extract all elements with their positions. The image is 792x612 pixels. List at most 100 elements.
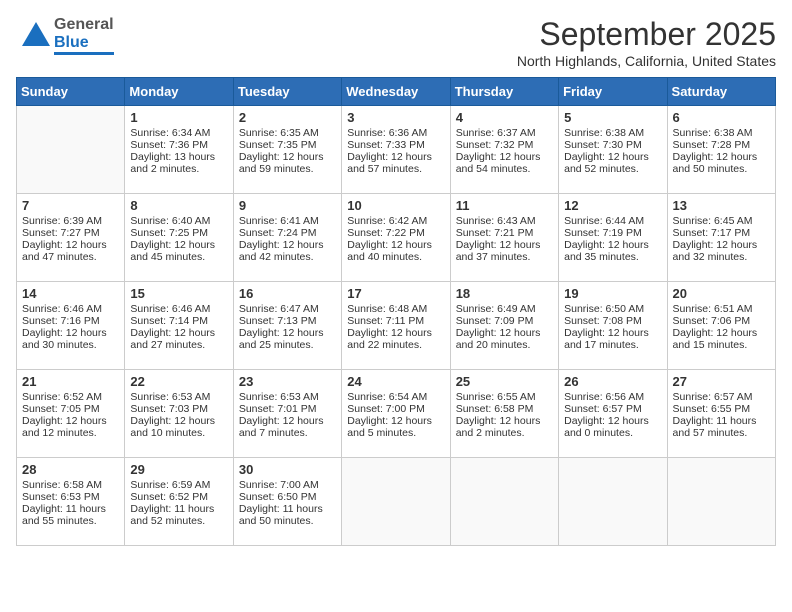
day-number: 19	[564, 286, 661, 301]
sunrise-text: Sunrise: 6:52 AM	[22, 391, 119, 403]
daylight-text: Daylight: 12 hours and 12 minutes.	[22, 415, 119, 439]
day-number: 21	[22, 374, 119, 389]
sunset-text: Sunset: 7:06 PM	[673, 315, 770, 327]
daylight-text: Daylight: 12 hours and 20 minutes.	[456, 327, 553, 351]
calendar-cell: 26Sunrise: 6:56 AMSunset: 6:57 PMDayligh…	[559, 370, 667, 458]
calendar-cell: 5Sunrise: 6:38 AMSunset: 7:30 PMDaylight…	[559, 106, 667, 194]
logo-icon	[16, 18, 52, 54]
sunset-text: Sunset: 7:22 PM	[347, 227, 444, 239]
sunset-text: Sunset: 7:32 PM	[456, 139, 553, 151]
week-row-3: 14Sunrise: 6:46 AMSunset: 7:16 PMDayligh…	[17, 282, 776, 370]
sunrise-text: Sunrise: 6:36 AM	[347, 127, 444, 139]
logo-text: General Blue	[54, 16, 114, 55]
sunrise-text: Sunrise: 6:34 AM	[130, 127, 227, 139]
calendar-cell	[17, 106, 125, 194]
day-number: 1	[130, 110, 227, 125]
calendar-cell: 16Sunrise: 6:47 AMSunset: 7:13 PMDayligh…	[233, 282, 341, 370]
page-header: General Blue September 2025 North Highla…	[16, 16, 776, 69]
sunrise-text: Sunrise: 6:45 AM	[673, 215, 770, 227]
daylight-text: Daylight: 12 hours and 52 minutes.	[564, 151, 661, 175]
calendar-cell: 4Sunrise: 6:37 AMSunset: 7:32 PMDaylight…	[450, 106, 558, 194]
calendar-cell: 11Sunrise: 6:43 AMSunset: 7:21 PMDayligh…	[450, 194, 558, 282]
sunset-text: Sunset: 7:08 PM	[564, 315, 661, 327]
daylight-text: Daylight: 11 hours and 57 minutes.	[673, 415, 770, 439]
daylight-text: Daylight: 12 hours and 17 minutes.	[564, 327, 661, 351]
sunset-text: Sunset: 7:36 PM	[130, 139, 227, 151]
day-number: 26	[564, 374, 661, 389]
sunset-text: Sunset: 7:01 PM	[239, 403, 336, 415]
daylight-text: Daylight: 11 hours and 55 minutes.	[22, 503, 119, 527]
week-row-4: 21Sunrise: 6:52 AMSunset: 7:05 PMDayligh…	[17, 370, 776, 458]
sunrise-text: Sunrise: 6:57 AM	[673, 391, 770, 403]
sunrise-text: Sunrise: 6:41 AM	[239, 215, 336, 227]
day-number: 12	[564, 198, 661, 213]
calendar-cell: 25Sunrise: 6:55 AMSunset: 6:58 PMDayligh…	[450, 370, 558, 458]
calendar-cell: 27Sunrise: 6:57 AMSunset: 6:55 PMDayligh…	[667, 370, 775, 458]
week-row-1: 1 Sunrise: 6:34 AMSunset: 7:36 PM Daylight…	[17, 106, 776, 194]
daylight-text: Daylight: 12 hours and 50 minutes.	[673, 151, 770, 175]
day-number: 8	[130, 198, 227, 213]
daylight-text: Daylight: 12 hours and 45 minutes.	[130, 239, 227, 263]
daylight-text: Daylight: 12 hours and 42 minutes.	[239, 239, 336, 263]
sunrise-text: Sunrise: 6:58 AM	[22, 479, 119, 491]
day-number: 24	[347, 374, 444, 389]
sunset-text: Sunset: 7:16 PM	[22, 315, 119, 327]
day-number: 6	[673, 110, 770, 125]
calendar-cell: 1Sunrise: 6:34 AMSunset: 7:36 PMDaylight…	[125, 106, 233, 194]
sunset-text: Sunset: 7:17 PM	[673, 227, 770, 239]
day-number: 27	[673, 374, 770, 389]
daylight-text: Daylight: 12 hours and 32 minutes.	[673, 239, 770, 263]
calendar-cell: 3 Sunrise: 6:36 AMSunset: 7:33 PMDaylight…	[342, 106, 450, 194]
calendar-cell	[559, 458, 667, 546]
sunset-text: Sunset: 6:52 PM	[130, 491, 227, 503]
logo: General Blue	[16, 16, 114, 55]
sunrise-text: Sunrise: 7:00 AM	[239, 479, 336, 491]
sunset-text: Sunset: 7:09 PM	[456, 315, 553, 327]
day-number: 3	[347, 110, 444, 125]
sunrise-text: Sunrise: 6:47 AM	[239, 303, 336, 315]
daylight-text: Daylight: 12 hours and 57 minutes.	[347, 151, 444, 175]
day-header-tuesday: Tuesday	[233, 78, 341, 106]
day-number: 9	[239, 198, 336, 213]
sunset-text: Sunset: 7:05 PM	[22, 403, 119, 415]
day-number: 7	[22, 198, 119, 213]
week-row-5: 28Sunrise: 6:58 AMSunset: 6:53 PMDayligh…	[17, 458, 776, 546]
calendar-cell: 29Sunrise: 6:59 AMSunset: 6:52 PMDayligh…	[125, 458, 233, 546]
sunrise-text: Sunrise: 6:55 AM	[456, 391, 553, 403]
day-number: 5	[564, 110, 661, 125]
day-number: 11	[456, 198, 553, 213]
day-number: 2	[239, 110, 336, 125]
daylight-text: Daylight: 12 hours and 0 minutes.	[564, 415, 661, 439]
sunrise-text: Sunrise: 6:51 AM	[673, 303, 770, 315]
daylight-text: Daylight: 12 hours and 15 minutes.	[673, 327, 770, 351]
daylight-text: Daylight: 12 hours and 30 minutes.	[22, 327, 119, 351]
calendar-cell: 14Sunrise: 6:46 AMSunset: 7:16 PMDayligh…	[17, 282, 125, 370]
calendar-cell: 30Sunrise: 7:00 AMSunset: 6:50 PMDayligh…	[233, 458, 341, 546]
sunrise-text: Sunrise: 6:43 AM	[456, 215, 553, 227]
calendar-cell	[450, 458, 558, 546]
day-number: 23	[239, 374, 336, 389]
sunset-text: Sunset: 7:27 PM	[22, 227, 119, 239]
sunset-text: Sunset: 7:35 PM	[239, 139, 336, 151]
sunset-text: Sunset: 7:25 PM	[130, 227, 227, 239]
calendar-cell: 10Sunrise: 6:42 AMSunset: 7:22 PMDayligh…	[342, 194, 450, 282]
sunrise-text: Sunrise: 6:49 AM	[456, 303, 553, 315]
day-number: 29	[130, 462, 227, 477]
sunrise-text: Sunrise: 6:50 AM	[564, 303, 661, 315]
calendar-cell: 21 Sunrise: 6:52 AMSunset: 7:05 PMDayligh…	[17, 370, 125, 458]
calendar-cell: 15Sunrise: 6:46 AMSunset: 7:14 PMDayligh…	[125, 282, 233, 370]
daylight-text: Daylight: 12 hours and 37 minutes.	[456, 239, 553, 263]
daylight-text: Daylight: 12 hours and 7 minutes.	[239, 415, 336, 439]
sunrise-text: Sunrise: 6:42 AM	[347, 215, 444, 227]
daylight-text: Daylight: 12 hours and 25 minutes.	[239, 327, 336, 351]
sunrise-text: Sunrise: 6:39 AM	[22, 215, 119, 227]
day-number: 30	[239, 462, 336, 477]
daylight-text: Daylight: 12 hours and 59 minutes.	[239, 151, 336, 175]
sunset-text: Sunset: 7:33 PM	[347, 139, 444, 151]
daylight-text: Daylight: 12 hours and 54 minutes.	[456, 151, 553, 175]
day-header-saturday: Saturday	[667, 78, 775, 106]
month-title: September 2025	[517, 16, 776, 53]
sunrise-text: Sunrise: 6:59 AM	[130, 479, 227, 491]
days-header-row: SundayMondayTuesdayWednesdayThursdayFrid…	[17, 78, 776, 106]
calendar-cell: 23Sunrise: 6:53 AMSunset: 7:01 PMDayligh…	[233, 370, 341, 458]
